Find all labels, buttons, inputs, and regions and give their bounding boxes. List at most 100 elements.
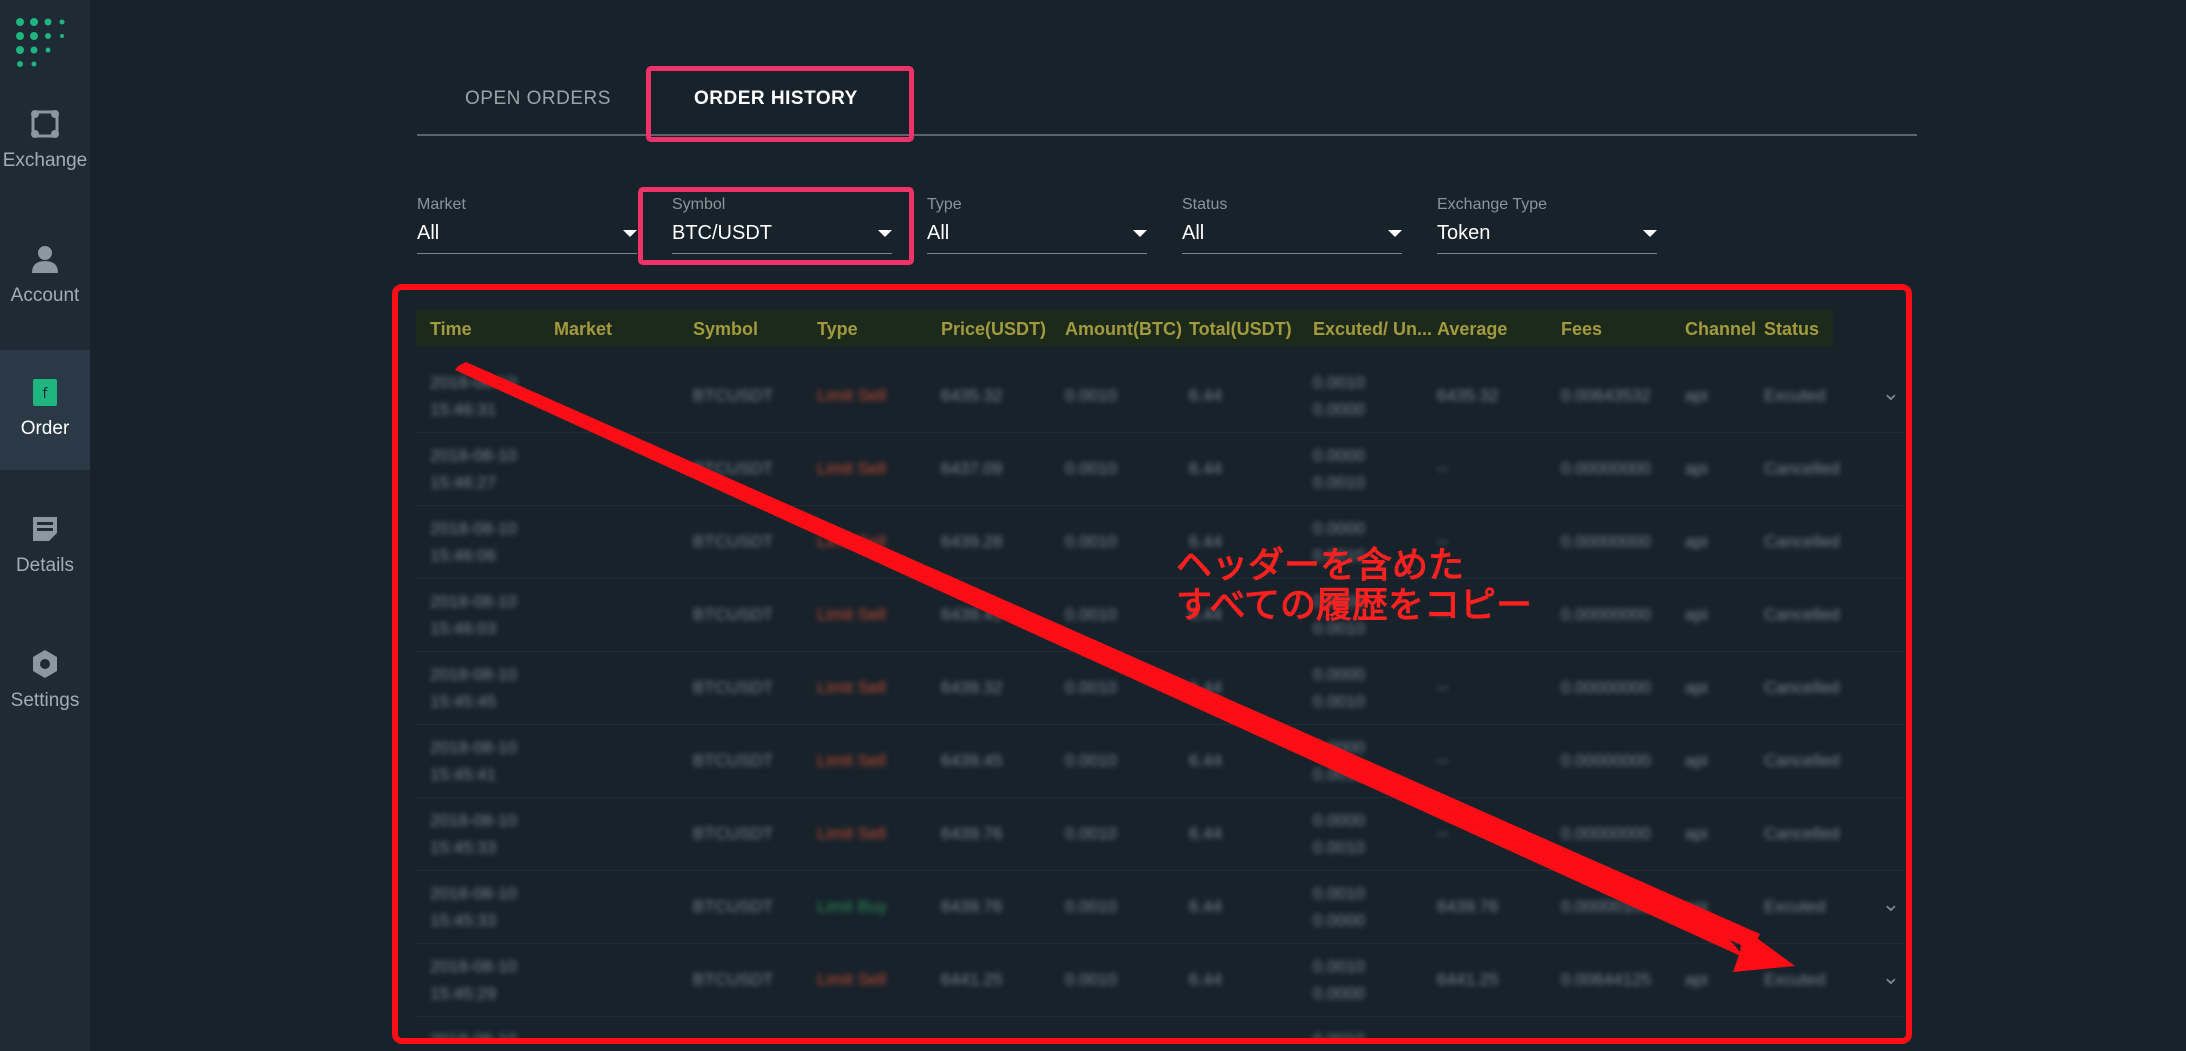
cell-type: Limit Sell [817, 386, 886, 405]
order-icon: f [33, 379, 57, 406]
filter-market[interactable]: Market All [417, 196, 637, 254]
sidebar: Exchange Account f Order Details Setting… [0, 0, 90, 1051]
cell-symbol: BTCUSDT [693, 897, 774, 916]
cell-date: 2018-08-10 [430, 665, 517, 684]
order-history-tab-highlight [646, 66, 914, 142]
order-tabs: OPEN ORDERS ORDER HISTORY [417, 70, 1917, 136]
cell-channel: api [1685, 970, 1708, 989]
column-header-symbol[interactable]: Symbol [693, 319, 758, 340]
cell-amount: 0.0010 [1065, 532, 1117, 551]
details-icon [33, 517, 57, 541]
table-row[interactable]: 2018-08-10 15:46:03 BTCUSDT Limit Sell 6439.… [416, 579, 1906, 652]
cell-price: 6439.28 [941, 532, 1003, 551]
sidebar-item-account[interactable]: Account [0, 243, 90, 363]
cell-symbol: BTCUSDT [693, 751, 774, 770]
cell-clock: 15:46:31 [430, 400, 497, 419]
cell-type: Limit Buy [817, 897, 887, 916]
cell-executed: 0.00100.0000 [1313, 953, 1365, 1007]
cell-amount: 0.0010 [1065, 386, 1117, 405]
dropdown-caret-icon [623, 230, 637, 237]
cell-executed-value: 0.0010 [1313, 1030, 1365, 1044]
table-row[interactable]: 2018-08-10 15:46:06 BTCUSDT Limit Sell 6439.… [416, 506, 1906, 579]
cell-price: 6439.32 [941, 678, 1003, 697]
account-icon [32, 246, 58, 273]
cell-time: 2018-08-10 15:45:33 [430, 880, 517, 934]
sidebar-item-exchange[interactable]: Exchange [0, 108, 90, 228]
column-header-status[interactable]: Status [1764, 319, 1819, 340]
cell-average: -- [1437, 459, 1449, 478]
filter-status[interactable]: Status All [1182, 196, 1402, 254]
cell-price: 6441.25 [941, 1039, 1002, 1044]
cell-executed: 0.00100.0000 [1313, 1026, 1365, 1044]
cell-average: 6435.32 [1437, 386, 1499, 405]
table-row[interactable]: 2018-08-10 15:45:33 BTCUSDT Limit Sell 6439.… [416, 798, 1906, 871]
table-row[interactable]: 2018-08-10 15:46:27 BTCUSDT Limit Sell 6437.… [416, 433, 1906, 506]
sidebar-item-settings[interactable]: Settings [0, 648, 90, 768]
cell-status: Cancelled [1764, 824, 1840, 843]
cell-total: 6.44 [1189, 386, 1223, 405]
cell-type: Limit Sell [817, 970, 886, 989]
cell-time: 2018-08-10 15:46:27 [430, 442, 517, 496]
filter-value: All [417, 222, 440, 244]
cell-date: 2018-08-10 [430, 811, 517, 830]
cell-amount: 0.0010 [1065, 605, 1117, 624]
cell-clock: 15:45:41 [430, 765, 497, 784]
cell-date: 2018-08-10 [430, 519, 517, 538]
annotation-line: すべての履歴をコピー [1176, 584, 1533, 625]
column-header-executed[interactable]: Excuted/ Un... [1313, 319, 1432, 340]
tab-open-orders[interactable]: OPEN ORDERS [465, 88, 611, 110]
sidebar-item-order[interactable]: f Order [0, 350, 90, 470]
column-header-channel[interactable]: Channel [1685, 319, 1756, 340]
table-row[interactable]: 2018-08-10 15:45:41 BTCUSDT Limit Sell 6439.… [416, 725, 1906, 798]
sidebar-item-label: Account [10, 285, 80, 306]
table-row[interactable]: 2018-08-1015:45:24 BTCUSDT Limit Buy 6441.2… [416, 1017, 1906, 1044]
sidebar-item-details[interactable]: Details [0, 513, 90, 633]
cell-channel: api [1685, 678, 1708, 697]
column-header-total[interactable]: Total(USDT) [1189, 319, 1292, 340]
cell-date: 2018-08-10 [430, 957, 517, 976]
cell-date: 2018-08-10 [430, 373, 517, 392]
symbol-filter-highlight [638, 187, 914, 265]
expand-chevron-icon[interactable]: ⌄ [1882, 891, 1900, 917]
cell-fees: 0.00643532 [1561, 386, 1651, 405]
cell-clock: 15:45:33 [430, 911, 497, 930]
cell-executed-value: 0.0000 [1313, 811, 1365, 830]
filter-exchange-type[interactable]: Exchange Type Token [1437, 196, 1657, 254]
expand-chevron-icon[interactable]: ⌄ [1882, 380, 1900, 406]
column-header-average[interactable]: Average [1437, 319, 1507, 340]
cell-clock: 15:46:27 [430, 473, 497, 492]
cell-date: 2018-08-10 [430, 884, 517, 903]
cell-time: 2018-08-10 15:45:29 [430, 953, 517, 1007]
cell-fees: 0.00000100 [1561, 897, 1651, 916]
table-row[interactable]: 2018-08-10 15:45:33 BTCUSDT Limit Buy 6439.7… [416, 871, 1906, 944]
cell-average: 6441.25 [1437, 970, 1499, 989]
column-header-amount[interactable]: Amount(BTC) [1065, 319, 1182, 340]
cell-executed: 0.00100.0000 [1313, 369, 1365, 423]
cell-time: 2018-08-10 15:45:45 [430, 661, 517, 715]
cell-clock: 15:45:45 [430, 692, 497, 711]
cell-executed: 0.0000 0.0010 [1313, 734, 1365, 788]
cell-average: 6441.25 [1437, 1039, 1498, 1044]
cell-status: Excuted [1764, 386, 1826, 405]
column-header-type[interactable]: Type [817, 319, 858, 340]
cell-executed: 0.0000 0.0010 [1313, 661, 1365, 715]
filter-label: Market [417, 196, 466, 213]
column-header-price[interactable]: Price(USDT) [941, 319, 1046, 340]
expand-chevron-icon[interactable]: ⌄ [1882, 964, 1900, 990]
cell-total: 6.44 [1189, 1039, 1222, 1044]
exchange-icon [31, 110, 59, 138]
filter-type[interactable]: Type All [927, 196, 1147, 254]
column-header-market[interactable]: Market [554, 319, 612, 340]
table-row[interactable]: 2018-08-10 15:45:29 BTCUSDT Limit Sell 6441.… [416, 944, 1906, 1017]
column-header-time[interactable]: Time [430, 319, 472, 340]
cell-executed-value: 0.0000 [1313, 519, 1365, 538]
expand-chevron-icon[interactable]: ⌄ [1882, 1037, 1900, 1038]
table-row[interactable]: 2018-08-10 15:46:31 BTCUSDT Limit Sell 6435.… [416, 360, 1906, 433]
column-header-fees[interactable]: Fees [1561, 319, 1602, 340]
table-row[interactable]: 2018-08-10 15:45:45 BTCUSDT Limit Sell 6439.… [416, 652, 1906, 725]
cell-status: Cancelled [1764, 751, 1840, 770]
cell-total: 6.44 [1189, 459, 1223, 478]
cell-executed: 0.00100.0000 [1313, 880, 1365, 934]
cell-channel: api [1685, 1039, 1708, 1044]
cell-type: Limit Buy [817, 1039, 887, 1044]
